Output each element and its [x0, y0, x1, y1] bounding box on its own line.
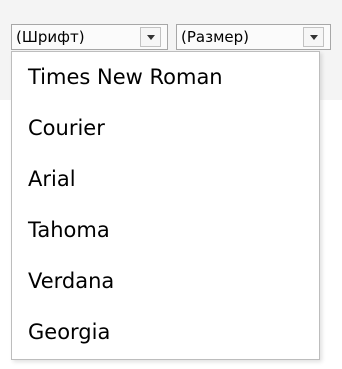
font-option-verdana[interactable]: Verdana [12, 256, 319, 307]
chevron-down-icon [310, 35, 318, 40]
chevron-down-icon [147, 35, 155, 40]
font-size-select[interactable]: (Размер) [176, 24, 331, 50]
font-family-select-value: (Шрифт) [16, 28, 85, 46]
font-family-select[interactable]: (Шрифт) [11, 24, 168, 50]
font-option-times-new-roman[interactable]: Times New Roman [12, 52, 319, 103]
font-size-select-arrow[interactable] [303, 27, 324, 47]
font-option-tahoma[interactable]: Tahoma [12, 205, 319, 256]
font-size-select-value: (Размер) [181, 28, 249, 46]
font-option-arial[interactable]: Arial [12, 154, 319, 205]
font-option-georgia[interactable]: Georgia [12, 307, 319, 358]
font-family-select-arrow[interactable] [140, 27, 161, 47]
font-option-courier[interactable]: Courier [12, 103, 319, 154]
font-family-dropdown: Times New Roman Courier Arial Tahoma Ver… [11, 51, 320, 360]
